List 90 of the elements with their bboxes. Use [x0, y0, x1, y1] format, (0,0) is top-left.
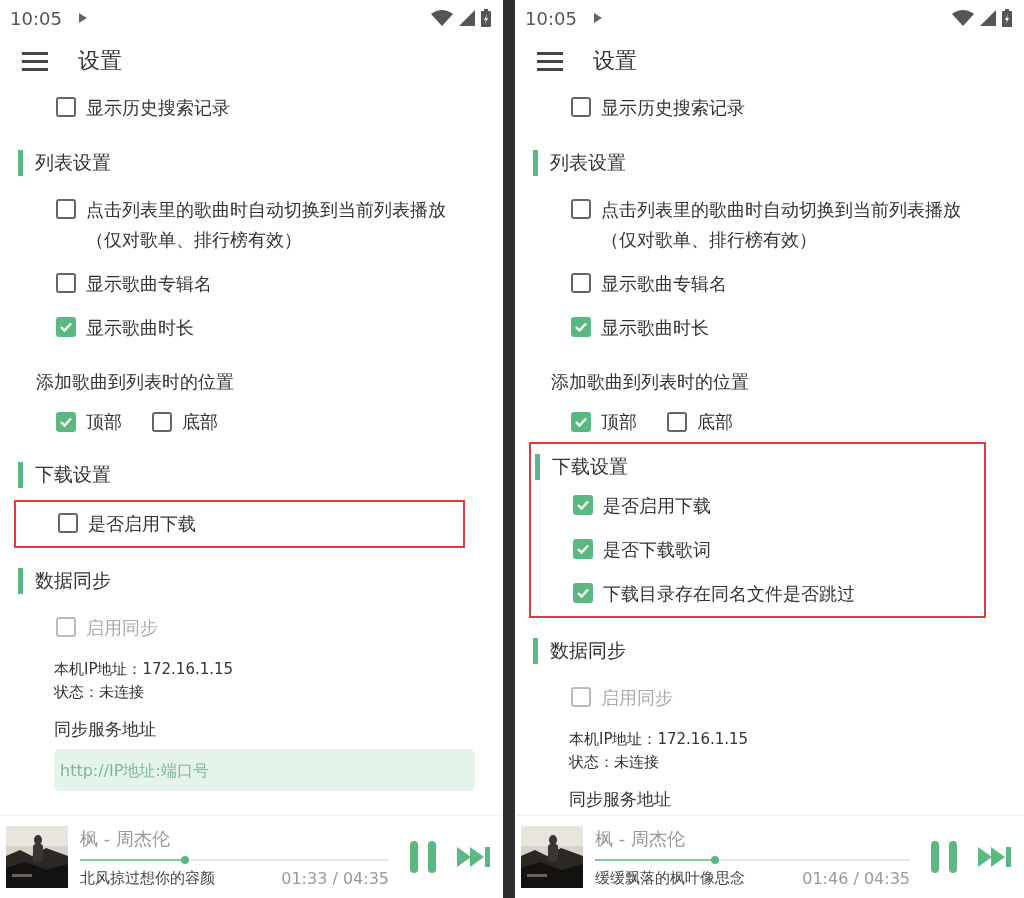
checkmark-icon: [59, 415, 73, 429]
page-title: 设置: [78, 47, 122, 75]
checkbox[interactable]: [56, 317, 76, 337]
info-text: 本机IP地址：172.16.1.15: [569, 729, 750, 750]
option-heading: 添加歌曲到列表时的位置: [35, 370, 235, 394]
checkbox-label: 是否下载歌词: [603, 538, 711, 562]
checkbox[interactable]: [571, 97, 591, 117]
checkbox-label: 是否启用下载: [88, 512, 196, 536]
checkbox[interactable]: [571, 412, 591, 432]
signal-icon: [980, 10, 996, 26]
checkbox[interactable]: [571, 199, 591, 219]
section-heading: 下载设置: [35, 462, 111, 487]
section-marker: [18, 462, 23, 488]
checkbox-label: 显示历史搜索记录: [601, 96, 745, 120]
checkbox[interactable]: [573, 495, 593, 515]
section-heading: 数据同步: [550, 638, 626, 663]
option-heading: 添加歌曲到列表时的位置: [550, 370, 750, 394]
checkbox[interactable]: [56, 273, 76, 293]
page-title: 设置: [593, 47, 637, 75]
section-marker: [533, 638, 538, 664]
wifi-icon: [431, 10, 453, 26]
checkbox-label: 是否启用下载: [603, 494, 711, 518]
checkbox-label: 启用同步: [601, 686, 673, 710]
section-marker: [18, 150, 23, 176]
next-button[interactable]: [978, 845, 1012, 869]
status-time: 10:05: [525, 7, 577, 29]
checkbox-label: 底部: [697, 410, 733, 434]
info-text: 本机IP地址：172.16.1.15: [54, 659, 235, 680]
progress-bar[interactable]: [80, 858, 389, 861]
checkbox-label: 显示历史搜索记录: [86, 96, 230, 120]
lyric-line: 北风掠过想你的容颜: [80, 868, 215, 888]
checkbox-label: 顶部: [601, 410, 637, 434]
section-heading: 列表设置: [35, 150, 111, 175]
signal-icon: [459, 10, 475, 26]
battery-icon: [1002, 9, 1012, 27]
checkbox-label: 显示歌曲时长: [601, 316, 709, 340]
next-button[interactable]: [457, 845, 491, 869]
progress-thumb[interactable]: [710, 855, 719, 864]
song-title: 枫 - 周杰伦: [80, 826, 171, 851]
section-heading: 下载设置: [552, 454, 628, 479]
checkbox[interactable]: [58, 513, 78, 533]
checkmark-icon: [576, 498, 590, 512]
pause-button[interactable]: [409, 840, 437, 874]
play-icon: [592, 12, 603, 24]
section-heading: 数据同步: [35, 568, 111, 593]
song-title: 枫 - 周杰伦: [595, 826, 686, 851]
checkbox[interactable]: [152, 412, 172, 432]
checkbox-label: 显示歌曲专辑名: [601, 272, 727, 296]
checkmark-icon: [59, 320, 73, 334]
info-text: 状态：未连接: [569, 752, 660, 773]
menu-icon[interactable]: [22, 51, 48, 71]
checkbox-label: 底部: [182, 410, 218, 434]
field-label: 同步服务地址: [53, 718, 157, 741]
checkbox-label: 下载目录存在同名文件是否跳过: [603, 582, 855, 606]
checkbox[interactable]: [56, 97, 76, 117]
progress-bar[interactable]: [595, 858, 910, 861]
checkbox[interactable]: [667, 412, 687, 432]
checkbox[interactable]: [573, 539, 593, 559]
checkbox-label: 启用同步: [86, 616, 158, 640]
checkmark-icon: [576, 542, 590, 556]
checkbox[interactable]: [573, 583, 593, 603]
checkmark-icon: [576, 586, 590, 600]
checkbox[interactable]: [56, 412, 76, 432]
section-marker: [18, 568, 23, 594]
info-text: 状态：未连接: [54, 682, 145, 703]
checkbox-label: 显示歌曲专辑名: [86, 272, 212, 296]
play-time: 01:33 / 04:35: [281, 868, 389, 888]
checkmark-icon: [574, 415, 588, 429]
lyric-line: 缓缓飘落的枫叶像思念: [595, 868, 745, 888]
pause-button[interactable]: [930, 840, 958, 874]
checkmark-icon: [574, 320, 588, 334]
section-marker: [533, 150, 538, 176]
play-icon: [77, 12, 88, 24]
checkbox-label: 点击列表里的歌曲时自动切换到当前列表播放（仅对歌单、排行榜有效）: [86, 198, 447, 252]
checkbox-label: 点击列表里的歌曲时自动切换到当前列表播放（仅对歌单、排行榜有效）: [601, 198, 962, 252]
status-time: 10:05: [10, 7, 62, 29]
section-marker: [535, 454, 540, 480]
play-time: 01:46 / 04:35: [802, 868, 910, 888]
wifi-icon: [952, 10, 974, 26]
checkbox[interactable]: [571, 317, 591, 337]
checkbox-label: 顶部: [86, 410, 122, 434]
checkbox[interactable]: [56, 199, 76, 219]
checkbox[interactable]: [571, 273, 591, 293]
input-field[interactable]: http://IP地址:端口号: [54, 749, 475, 791]
section-heading: 列表设置: [550, 150, 626, 175]
menu-icon[interactable]: [537, 51, 563, 71]
field-label: 同步服务地址: [568, 788, 672, 811]
checkbox-label: 显示歌曲时长: [86, 316, 194, 340]
battery-icon: [481, 9, 491, 27]
progress-thumb[interactable]: [181, 855, 190, 864]
